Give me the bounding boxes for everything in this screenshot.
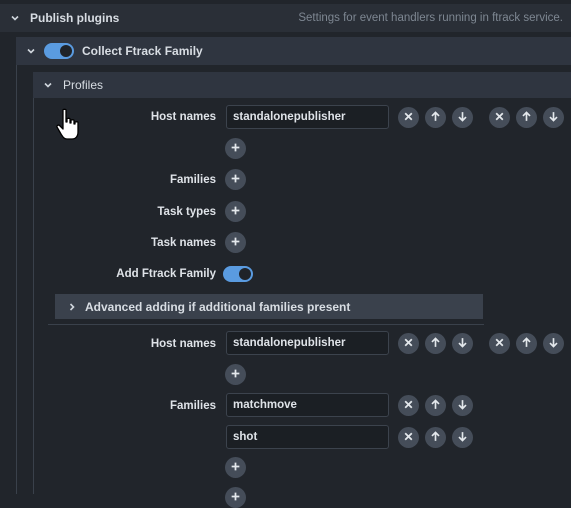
arrow-up-icon (430, 430, 441, 445)
arrow-down-icon (457, 111, 468, 125)
close-icon (403, 399, 414, 413)
arrow-up-icon (521, 336, 532, 351)
remove-profile-button[interactable] (489, 107, 510, 128)
arrow-down-icon (457, 431, 468, 445)
families-label: Families (169, 400, 216, 412)
move-up-button[interactable] (425, 395, 446, 416)
add-task-type-button[interactable] (225, 201, 246, 222)
move-profile-up-button[interactable] (516, 107, 537, 128)
arrow-down-icon (548, 337, 559, 351)
add-ftrack-family-toggle[interactable] (223, 266, 253, 282)
plus-icon (230, 491, 241, 505)
move-profile-down-button[interactable] (543, 333, 564, 354)
host-names-label: Host names (150, 111, 216, 123)
task-names-label: Task names (151, 237, 216, 249)
profiles-guide (33, 98, 34, 494)
plus-icon (230, 368, 241, 382)
remove-item-button[interactable] (398, 395, 419, 416)
plus-icon (230, 236, 241, 250)
close-icon (403, 337, 414, 351)
collect-ftrack-family-header[interactable]: Collect Ftrack Family (16, 37, 571, 65)
move-profile-up-button[interactable] (516, 333, 537, 354)
move-up-button[interactable] (425, 427, 446, 448)
plus-icon (230, 142, 241, 156)
chevron-down-icon[interactable] (24, 44, 38, 58)
close-icon (494, 111, 505, 125)
arrow-down-icon (457, 399, 468, 413)
move-profile-down-button[interactable] (543, 107, 564, 128)
close-icon (403, 111, 414, 125)
arrow-down-icon (457, 337, 468, 351)
profiles-title: Profiles (63, 78, 104, 92)
profile-divider (48, 324, 484, 325)
host-names-label: Host names (150, 338, 216, 350)
close-icon (403, 431, 414, 445)
plus-icon (230, 173, 241, 187)
arrow-up-icon (430, 110, 441, 125)
remove-profile-button[interactable] (489, 333, 510, 354)
add-ftrack-family-label: Add Ftrack Family (116, 268, 216, 280)
move-up-button[interactable] (425, 333, 446, 354)
remove-item-button[interactable] (398, 107, 419, 128)
add-family-button[interactable] (225, 457, 246, 478)
publish-plugins-description: Settings for event handlers running in f… (298, 12, 563, 24)
chevron-down-icon[interactable] (41, 78, 55, 92)
move-down-button[interactable] (452, 395, 473, 416)
families-label: Families (169, 174, 216, 186)
collect-ftrack-family-title: Collect Ftrack Family (82, 44, 203, 58)
chevron-down-icon[interactable] (8, 11, 22, 25)
host-name-field[interactable]: standalonepublisher (226, 105, 389, 129)
add-host-name-button[interactable] (225, 364, 246, 385)
add-host-name-button[interactable] (225, 138, 246, 159)
task-types-label: Task types (157, 206, 216, 218)
publish-plugins-header[interactable]: Publish plugins Settings for event handl… (0, 4, 571, 32)
family-field[interactable]: shot (226, 425, 389, 449)
plus-icon (230, 461, 241, 475)
move-down-button[interactable] (452, 333, 473, 354)
advanced-adding-title: Advanced adding if additional families p… (85, 299, 351, 314)
add-task-name-button[interactable] (225, 232, 246, 253)
move-down-button[interactable] (452, 107, 473, 128)
host-name-field[interactable]: standalonepublisher (226, 331, 389, 355)
close-icon (494, 337, 505, 351)
publish-plugins-title: Publish plugins (30, 11, 120, 25)
plus-icon (230, 205, 241, 219)
profiles-header[interactable]: Profiles (33, 72, 571, 98)
arrow-up-icon (430, 336, 441, 351)
arrow-up-icon (521, 110, 532, 125)
collect-enabled-toggle[interactable] (44, 43, 74, 59)
advanced-adding-header[interactable]: Advanced adding if additional families p… (55, 294, 483, 319)
hand-pointer-icon (55, 108, 81, 142)
arrow-down-icon (548, 111, 559, 125)
remove-item-button[interactable] (398, 333, 419, 354)
move-down-button[interactable] (452, 427, 473, 448)
add-task-type-button[interactable] (225, 487, 246, 508)
arrow-up-icon (430, 398, 441, 413)
chevron-right-icon[interactable] (65, 300, 79, 314)
add-family-button[interactable] (225, 169, 246, 190)
family-field[interactable]: matchmove (226, 393, 389, 417)
remove-item-button[interactable] (398, 427, 419, 448)
move-up-button[interactable] (425, 107, 446, 128)
